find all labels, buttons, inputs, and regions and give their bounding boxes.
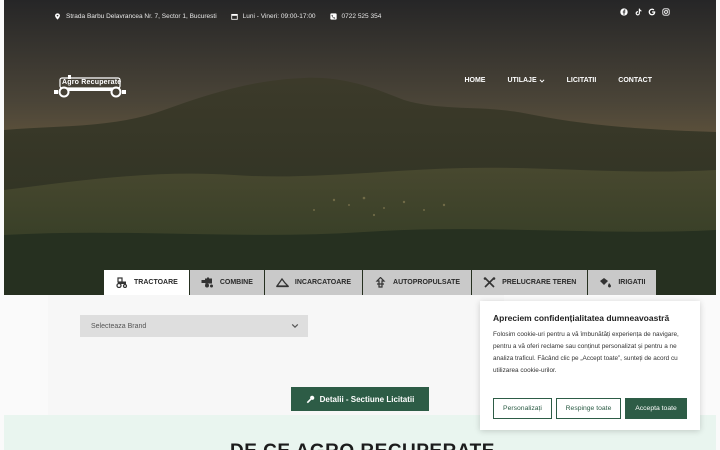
- combine-icon: [201, 277, 214, 288]
- irrigation-icon: [599, 277, 612, 288]
- customize-button[interactable]: Personalizați: [493, 398, 552, 419]
- customize-label: Personalizați: [503, 405, 542, 412]
- search-panel: [48, 295, 504, 415]
- tab-tractoare[interactable]: TRACTOARE: [104, 270, 189, 295]
- soil-tool-icon: [483, 277, 496, 288]
- reject-all-button[interactable]: Respinge toate: [556, 398, 621, 419]
- tractor-logo-icon: [54, 75, 126, 98]
- nav-utilaje-label: UTILAJE: [507, 77, 537, 84]
- phone-icon: [329, 12, 337, 20]
- tab-incarcatoare[interactable]: INCARCATOARE: [264, 270, 363, 295]
- nav-utilaje[interactable]: UTILAJE: [507, 77, 545, 84]
- tiktok-icon[interactable]: [634, 8, 642, 16]
- self-propelled-icon: [374, 277, 387, 288]
- loader-icon: [275, 277, 289, 288]
- main-navigation: HOME UTILAJE LICITATII CONTACT: [464, 77, 652, 84]
- hours-info: Luni - Vineri: 09:00-17:00: [230, 12, 316, 20]
- brand-select[interactable]: Selecteaza Brand: [80, 315, 308, 337]
- section-headline: DE CE AGRO RECUPERATE: [230, 441, 495, 450]
- tractor-icon: [115, 277, 128, 288]
- site-logo[interactable]: Agro Recuperate: [54, 74, 126, 98]
- brand-select-value: Selecteaza Brand: [91, 322, 147, 330]
- logo-text: Agro Recuperate: [62, 79, 122, 86]
- social-links: [620, 8, 670, 16]
- hours-text: Luni - Vineri: 09:00-17:00: [242, 12, 316, 20]
- nav-licitatii-label: LICITATII: [566, 77, 597, 84]
- cookie-buttons: Personalizați Respinge toate Accepta toa…: [493, 398, 687, 419]
- chevron-down-icon: [539, 78, 545, 83]
- nav-home[interactable]: HOME: [464, 77, 485, 84]
- nav-home-label: HOME: [464, 77, 486, 84]
- top-info-bar: Strada Barbu Delavrancea Nr. 7, Sector 1…: [54, 9, 381, 23]
- accept-all-button[interactable]: Accepta toate: [625, 398, 687, 419]
- phone-info[interactable]: 0722 525 354: [329, 12, 382, 20]
- tab-irigatii[interactable]: IRIGATII: [588, 270, 657, 295]
- hero-banner: Strada Barbu Delavrancea Nr. 7, Sector 1…: [4, 0, 716, 295]
- page: Strada Barbu Delavrancea Nr. 7, Sector 1…: [0, 0, 720, 450]
- accept-all-label: Accepta toate: [635, 405, 677, 412]
- hero-landscape-image: [4, 0, 716, 295]
- tab-incarcatoare-label: INCARCATOARE: [294, 279, 352, 286]
- details-auctions-label: Detalii - Sectiune Licitatii: [319, 394, 415, 404]
- tab-prelucrare-teren[interactable]: PRELUCRARE TEREN: [472, 270, 588, 295]
- tab-autopropulsate-label: AUTOPROPULSATE: [393, 279, 461, 286]
- tab-autopropulsate[interactable]: AUTOPROPULSATE: [363, 270, 472, 295]
- wrench-icon: [306, 395, 314, 403]
- nav-licitatii[interactable]: LICITATII: [567, 77, 597, 84]
- tab-tractoare-label: TRACTOARE: [134, 279, 178, 286]
- details-auctions-button[interactable]: Detalii - Sectiune Licitatii: [291, 387, 429, 411]
- address-info: Strada Barbu Delavrancea Nr. 7, Sector 1…: [54, 13, 217, 20]
- reject-all-label: Respinge toate: [565, 405, 612, 412]
- nav-contact-label: CONTACT: [618, 77, 652, 84]
- google-icon[interactable]: [648, 8, 656, 16]
- chevron-down-icon: [291, 323, 299, 329]
- location-pin-icon: [54, 12, 61, 20]
- address-text: Strada Barbu Delavrancea Nr. 7, Sector 1…: [66, 12, 217, 20]
- cookie-title: Apreciem confidențialitatea dumneavoastr…: [493, 313, 670, 323]
- cookie-consent-dialog: Apreciem confidențialitatea dumneavoastr…: [480, 301, 700, 430]
- phone-text[interactable]: 0722 525 354: [342, 13, 382, 20]
- cookie-text: Folosim cookie-uri pentru a vă îmbunătăț…: [493, 331, 679, 374]
- nav-contact[interactable]: CONTACT: [618, 77, 652, 84]
- tab-irigatii-label: IRIGATII: [618, 279, 646, 286]
- equipment-category-tabs: TRACTOARE COMBINE INCARCATOARE AUTOPROPU…: [104, 270, 657, 295]
- tab-combine-label: COMBINE: [219, 279, 253, 286]
- calendar-icon: [230, 13, 238, 20]
- facebook-icon[interactable]: [620, 8, 628, 16]
- tab-prelucrare-teren-label: PRELUCRARE TEREN: [502, 279, 577, 286]
- tab-combine[interactable]: COMBINE: [189, 270, 264, 295]
- instagram-icon[interactable]: [662, 8, 670, 16]
